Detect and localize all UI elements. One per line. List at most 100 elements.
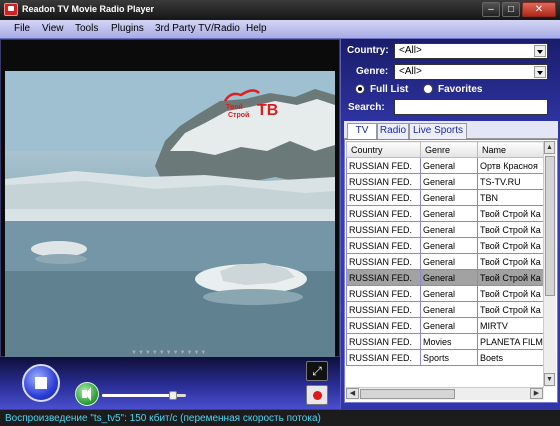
tab-live-sports[interactable]: Live Sports [409, 123, 467, 139]
vertical-scrollbar[interactable]: ▲ ▼ [543, 141, 556, 387]
cell-name: Твой Строй Ка [477, 205, 544, 222]
country-value: <All> [399, 45, 422, 56]
column-header-genre[interactable]: Genre [420, 141, 478, 158]
genre-select[interactable]: <All> [394, 64, 548, 80]
scroll-up-arrow-icon[interactable]: ▲ [544, 141, 555, 154]
video-frame-image: Твой Строй ТВ [5, 71, 335, 357]
table-row[interactable]: RUSSIAN FED. General TS-TV.RU [346, 173, 544, 190]
menu-help[interactable]: Help [246, 23, 267, 34]
channel-table: Country Genre Name RUSSIAN FED. General Ор… [346, 141, 544, 366]
window-title: Readon TV Movie Radio Player [22, 4, 155, 14]
chevron-down-icon[interactable] [534, 45, 546, 57]
table-header-row: Country Genre Name [346, 141, 544, 158]
table-row[interactable]: RUSSIAN FED. General Твой Строй Ка [346, 253, 544, 270]
cell-genre: General [420, 301, 478, 318]
video-display[interactable]: Твой Строй ТВ [5, 71, 335, 357]
table-row[interactable]: RUSSIAN FED. General MIRTV [346, 317, 544, 334]
cell-country: RUSSIAN FED. [346, 285, 421, 302]
column-header-country[interactable]: Country [346, 141, 421, 158]
cell-genre: General [420, 285, 478, 302]
full-list-radio[interactable] [355, 84, 365, 94]
scroll-down-arrow-icon[interactable]: ▼ [544, 373, 555, 386]
channel-list: Country Genre Name RUSSIAN FED. General Ор… [344, 139, 558, 403]
cell-name: Твой Строй Ка [477, 237, 544, 254]
search-label: Search: [348, 102, 385, 113]
table-row[interactable]: RUSSIAN FED. General Твой Строй Ка [346, 269, 544, 286]
cell-name: Твой Строй Ка [477, 301, 544, 318]
cell-genre: General [420, 205, 478, 222]
cell-genre: General [420, 253, 478, 270]
table-row[interactable]: RUSSIAN FED. General TBN [346, 189, 544, 206]
tab-tv[interactable]: TV [347, 123, 377, 140]
table-row[interactable]: RUSSIAN FED. General Твой Строй Ка [346, 285, 544, 302]
cell-country: RUSSIAN FED. [346, 301, 421, 318]
cell-genre: General [420, 157, 478, 174]
menu-view[interactable]: View [42, 23, 64, 34]
horizontal-scrollbar[interactable]: ◀ ▶ [346, 387, 544, 400]
cell-name: PLANETA FILM [477, 333, 544, 350]
fullscreen-button[interactable]: ⤢ [306, 361, 328, 381]
table-row[interactable]: RUSSIAN FED. General Твой Строй Ка [346, 221, 544, 238]
table-row[interactable]: RUSSIAN FED. Movies PLANETA FILM [346, 333, 544, 350]
table-row[interactable]: RUSSIAN FED. General Твой Строй Ка [346, 237, 544, 254]
volume-thumb[interactable] [169, 391, 178, 400]
cell-country: RUSSIAN FED. [346, 237, 421, 254]
chevron-down-icon[interactable] [534, 66, 546, 78]
fullscreen-icon: ⤢ [312, 364, 322, 378]
cell-name: TBN [477, 189, 544, 206]
svg-text:Твой: Твой [226, 103, 243, 111]
status-text: Воспроизведение "ts_tv5": 150 кбит/с (пе… [5, 413, 321, 424]
cell-genre: General [420, 173, 478, 190]
cell-country: RUSSIAN FED. [346, 253, 421, 270]
cell-genre: General [420, 221, 478, 238]
menu-tools[interactable]: Tools [75, 23, 98, 34]
menu-3rd-party[interactable]: 3rd Party TV/Radio [155, 23, 240, 34]
cell-country: RUSSIAN FED. [346, 317, 421, 334]
stop-button[interactable] [22, 364, 60, 402]
cell-country: RUSSIAN FED. [346, 333, 421, 350]
splitter-handle[interactable]: ▼▼▼▼▼▼▼▼▼▼▼ [131, 350, 207, 356]
cell-country: RUSSIAN FED. [346, 349, 421, 366]
column-header-name[interactable]: Name [477, 141, 544, 158]
cell-name: Ортв Красноя [477, 157, 544, 174]
maximize-button[interactable]: □ [502, 2, 520, 17]
table-row[interactable]: RUSSIAN FED. General Твой Строй Ка [346, 301, 544, 318]
mute-button[interactable] [75, 382, 99, 406]
cell-genre: General [420, 237, 478, 254]
cell-name: MIRTV [477, 317, 544, 334]
app-tv-icon[interactable] [4, 3, 18, 16]
full-list-label[interactable]: Full List [370, 84, 408, 95]
cell-genre: Movies [420, 333, 478, 350]
horizontal-scroll-thumb[interactable] [360, 389, 455, 399]
volume-slider[interactable] [102, 391, 186, 400]
tab-radio[interactable]: Radio [377, 123, 409, 139]
table-row[interactable]: RUSSIAN FED. General Ортв Красноя [346, 157, 544, 174]
cell-name: Твой Строй Ка [477, 285, 544, 302]
genre-value: <All> [399, 66, 422, 77]
record-button[interactable] [306, 385, 328, 405]
svg-text:Строй: Строй [228, 111, 249, 119]
cell-name: TS-TV.RU [477, 173, 544, 190]
cell-country: RUSSIAN FED. [346, 205, 421, 222]
vertical-scroll-thumb[interactable] [545, 156, 555, 296]
favorites-label[interactable]: Favorites [438, 84, 482, 95]
menu-plugins[interactable]: Plugins [111, 23, 144, 34]
minimize-button[interactable]: – [482, 2, 500, 17]
menu-bar: File View Tools Plugins 3rd Party TV/Rad… [0, 20, 560, 39]
close-button[interactable]: ✕ [522, 2, 556, 17]
search-input[interactable] [394, 99, 548, 115]
scroll-left-arrow-icon[interactable]: ◀ [346, 388, 359, 399]
volume-level [102, 394, 174, 397]
menu-file[interactable]: File [14, 23, 30, 34]
country-label: Country: [347, 45, 389, 56]
playback-controls: ⤢ [0, 357, 340, 409]
scroll-right-arrow-icon[interactable]: ▶ [530, 388, 543, 399]
title-bar: Readon TV Movie Radio Player – □ ✕ [0, 0, 560, 20]
cell-genre: General [420, 317, 478, 334]
favorites-radio[interactable] [423, 84, 433, 94]
table-row[interactable]: RUSSIAN FED. General Твой Строй Ка [346, 205, 544, 222]
cell-country: RUSSIAN FED. [346, 221, 421, 238]
country-select[interactable]: <All> [394, 43, 548, 59]
table-row[interactable]: RUSSIAN FED. Sports Boets [346, 349, 544, 366]
speaker-icon [82, 387, 91, 401]
